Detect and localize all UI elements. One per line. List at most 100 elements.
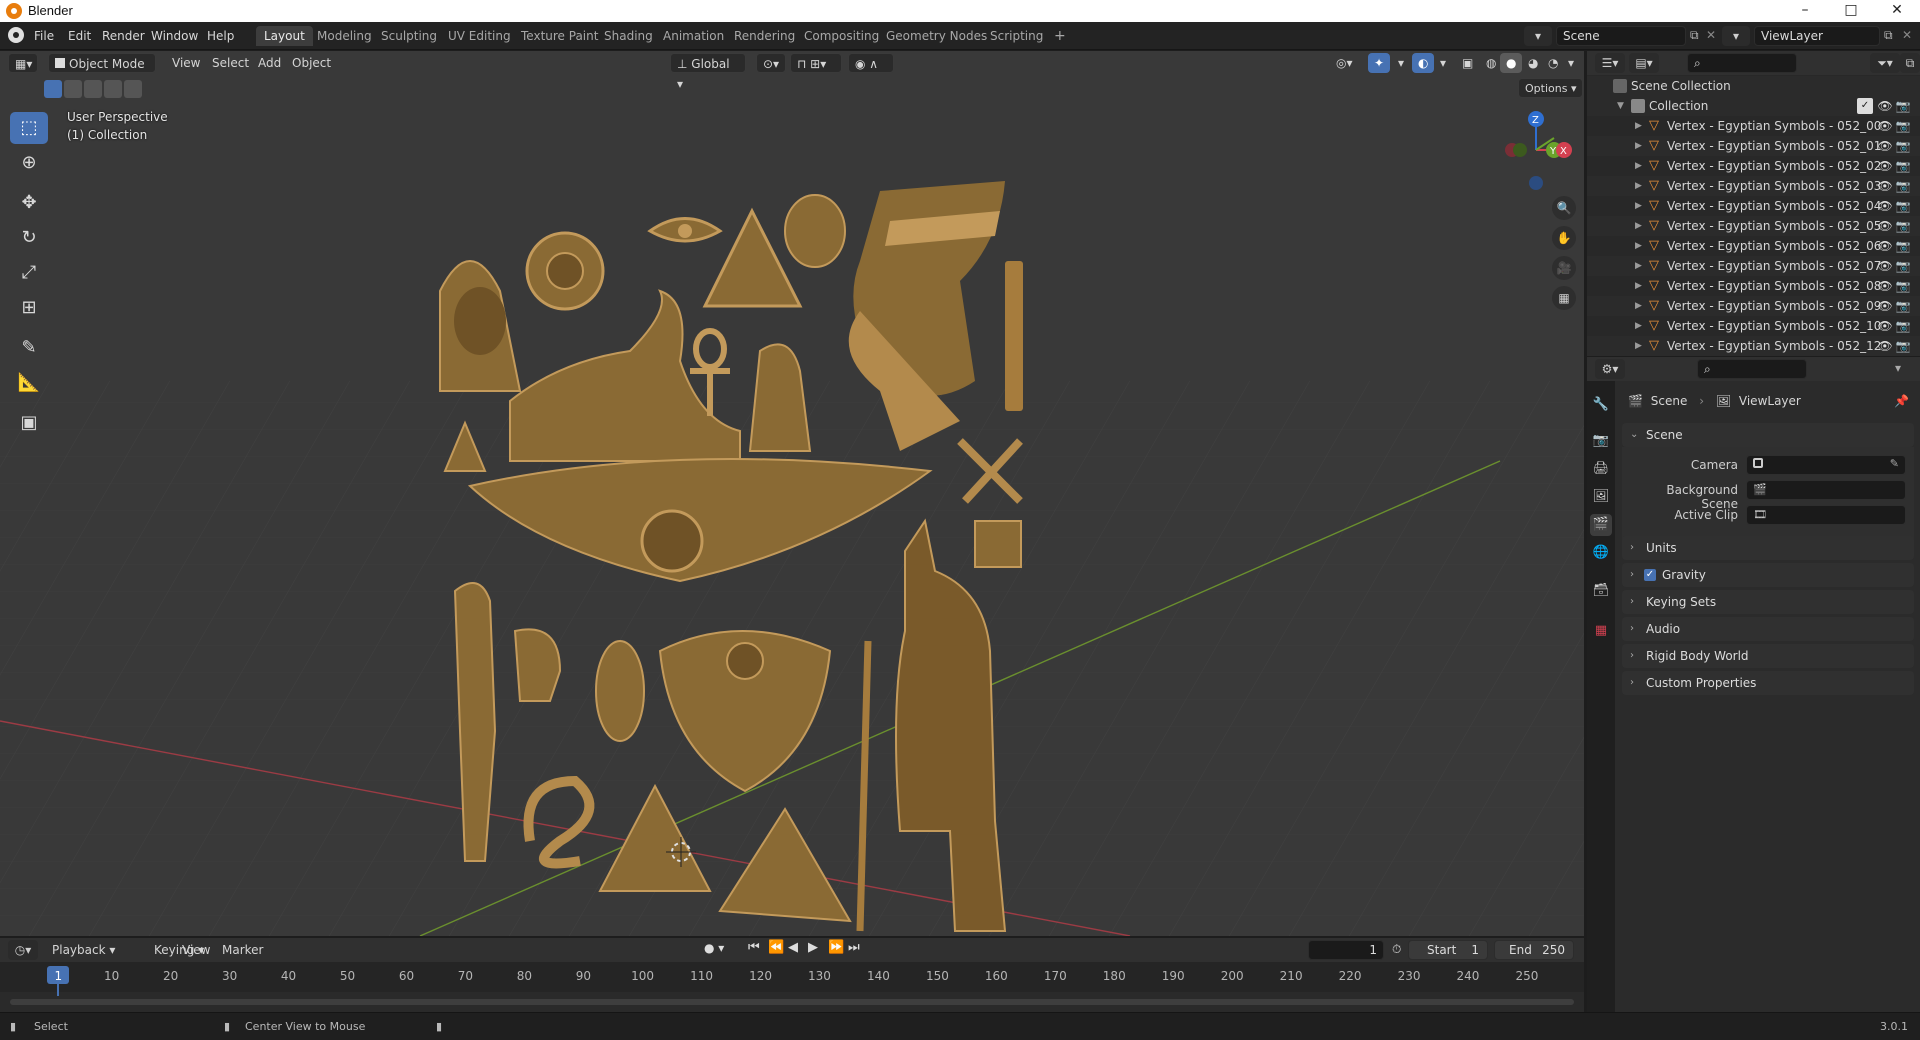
world-tab-icon[interactable]: 🌐: [1590, 542, 1612, 564]
object-visibility-eye-icon[interactable]: 👁: [1877, 278, 1893, 294]
outliner-object-row[interactable]: ▶ ▽ Vertex - Egyptian Symbols - 052_04 👁 📷: [1587, 196, 1920, 216]
object-render-camera-icon[interactable]: 📷: [1895, 138, 1911, 154]
expand-object-icon[interactable]: ▶: [1635, 136, 1642, 156]
object-render-camera-icon[interactable]: 📷: [1895, 158, 1911, 174]
tab-geometry-nodes[interactable]: Geometry Nodes: [878, 26, 995, 46]
gizmo-menu-icon[interactable]: ▾: [1392, 53, 1410, 73]
outliner-scene-collection-row[interactable]: Scene Collection: [1587, 76, 1920, 96]
scene-name-field[interactable]: Scene: [1556, 26, 1686, 46]
expand-object-icon[interactable]: ▶: [1635, 196, 1642, 216]
object-render-camera-icon[interactable]: 📷: [1895, 318, 1911, 334]
keying-sets-panel-header[interactable]: › Keying Sets: [1622, 590, 1914, 614]
outliner-object-row[interactable]: ▶ ▽ Vertex - Egyptian Symbols - 052_05 👁 📷: [1587, 216, 1920, 236]
object-render-camera-icon[interactable]: 📷: [1895, 258, 1911, 274]
active-clip-field[interactable]: 🎞: [1746, 505, 1906, 525]
background-scene-field[interactable]: 🎬: [1746, 480, 1906, 500]
object-visibility-eye-icon[interactable]: 👁: [1877, 238, 1893, 254]
object-render-camera-icon[interactable]: 📷: [1895, 338, 1911, 354]
jump-to-keyframe-back-icon[interactable]: ⏪: [768, 940, 784, 955]
outliner-search-input[interactable]: ⌕: [1687, 53, 1797, 73]
outliner-object-row[interactable]: ▶ ▽ Vertex - Egyptian Symbols - 052_10 👁 📷: [1587, 316, 1920, 336]
menu-select[interactable]: Select: [206, 53, 255, 73]
select-intersect-icon[interactable]: [124, 80, 142, 98]
outliner-editor-type-icon[interactable]: ☰▾: [1595, 53, 1625, 73]
scene-browse-icon[interactable]: ▾: [1524, 26, 1552, 46]
transform-tool-icon[interactable]: ⊞: [10, 292, 48, 324]
tab-sculpting[interactable]: Sculpting: [373, 26, 445, 46]
camera-field[interactable]: ✎: [1746, 455, 1906, 475]
menu-edit[interactable]: Edit: [62, 27, 97, 45]
blender-menu-icon[interactable]: [8, 27, 24, 43]
menu-render[interactable]: Render: [96, 27, 151, 45]
collection-render-camera-icon[interactable]: 📷: [1895, 98, 1911, 114]
object-visibility-eye-icon[interactable]: 👁: [1877, 138, 1893, 154]
expand-object-icon[interactable]: ▶: [1635, 336, 1642, 356]
tab-shading[interactable]: Shading: [596, 26, 661, 46]
scene-tab-icon[interactable]: 🎬: [1590, 514, 1612, 536]
jump-to-start-icon[interactable]: ⏮: [748, 940, 760, 955]
gizmo-neg-z[interactable]: [1529, 176, 1543, 190]
tab-rendering[interactable]: Rendering: [726, 26, 803, 46]
outliner-object-row[interactable]: ▶ ▽ Vertex - Egyptian Symbols - 052_06 👁 📷: [1587, 236, 1920, 256]
3d-viewport[interactable]: [0, 51, 1584, 936]
select-new-icon[interactable]: [44, 80, 62, 98]
options-button[interactable]: Options ▾: [1518, 78, 1584, 98]
measure-tool-icon[interactable]: 📐: [10, 367, 48, 399]
select-extend-icon[interactable]: [64, 80, 82, 98]
annotate-tool-icon[interactable]: ✎: [10, 332, 48, 364]
viewlayer-name-field[interactable]: ViewLayer: [1754, 26, 1880, 46]
menu-marker[interactable]: Marker: [216, 940, 269, 960]
editor-type-icon[interactable]: ▦▾: [8, 53, 38, 73]
expand-object-icon[interactable]: ▶: [1635, 296, 1642, 316]
viewlayer-browse-icon[interactable]: ▾: [1722, 26, 1750, 46]
expand-object-icon[interactable]: ▶: [1635, 316, 1642, 336]
outliner-collection-row[interactable]: ▼ Collection ✓ 👁 📷: [1587, 96, 1920, 116]
view-layer-tab-icon[interactable]: 🖼: [1590, 486, 1612, 508]
auto-keying-record-icon[interactable]: ● ▾: [704, 941, 724, 955]
scene-panel-header[interactable]: ⌄ Scene: [1622, 423, 1914, 447]
tab-modeling[interactable]: Modeling: [309, 26, 380, 46]
shading-menu-icon[interactable]: ▾: [1562, 53, 1580, 73]
play-icon[interactable]: ▶: [808, 940, 818, 955]
collection-visibility-eye-icon[interactable]: 👁: [1877, 98, 1893, 114]
menu-playback[interactable]: Playback ▾: [46, 940, 121, 960]
properties-search-input[interactable]: ⌕: [1697, 359, 1807, 379]
menu-file[interactable]: File: [28, 27, 60, 45]
object-visibility-eye-icon[interactable]: 👁: [1877, 158, 1893, 174]
new-collection-icon[interactable]: ⧉: [1900, 53, 1920, 73]
menu-timeline-view[interactable]: View: [176, 940, 216, 960]
outliner-filter-icon[interactable]: ⏷▾: [1870, 53, 1900, 73]
eyedropper-icon[interactable]: ✎: [1890, 457, 1899, 470]
expand-object-icon[interactable]: ▶: [1635, 236, 1642, 256]
expand-object-icon[interactable]: ▶: [1635, 216, 1642, 236]
expand-object-icon[interactable]: ▶: [1635, 276, 1642, 296]
expand-collection-icon[interactable]: ▼: [1617, 96, 1624, 116]
overlay-toggle-icon[interactable]: ◐: [1412, 53, 1435, 73]
properties-editor-type-icon[interactable]: ⚙▾: [1595, 359, 1625, 379]
navigation-gizmo[interactable]: Z Y X: [1498, 108, 1574, 198]
add-workspace-button[interactable]: +: [1046, 26, 1074, 46]
current-frame-field[interactable]: 1: [1308, 940, 1384, 960]
delete-viewlayer-icon[interactable]: ✕: [1902, 28, 1912, 42]
maximize-button[interactable]: □: [1828, 0, 1874, 22]
object-render-camera-icon[interactable]: 📷: [1895, 178, 1911, 194]
object-visibility-eye-icon[interactable]: 👁: [1877, 338, 1893, 354]
add-cube-tool-icon[interactable]: ▣: [10, 407, 48, 439]
outliner-object-row[interactable]: ▶ ▽ Vertex - Egyptian Symbols - 052_00 👁 📷: [1587, 116, 1920, 136]
outliner-object-row[interactable]: ▶ ▽ Vertex - Egyptian Symbols - 052_02 👁 📷: [1587, 156, 1920, 176]
proportional-edit-icon[interactable]: ◉ ∧: [848, 53, 894, 73]
audio-panel-header[interactable]: › Audio: [1622, 617, 1914, 641]
tab-animation[interactable]: Animation: [655, 26, 732, 46]
play-reverse-icon[interactable]: ◀: [788, 940, 798, 955]
outliner-object-row[interactable]: ▶ ▽ Vertex - Egyptian Symbols - 052_01 👁 📷: [1587, 136, 1920, 156]
pan-hand-icon[interactable]: ✋: [1552, 226, 1576, 250]
object-visibility-eye-icon[interactable]: 👁: [1877, 258, 1893, 274]
jump-to-end-icon[interactable]: ⏭: [848, 940, 860, 955]
tab-texture-paint[interactable]: Texture Paint: [513, 26, 606, 46]
custom-properties-panel-header[interactable]: › Custom Properties: [1622, 671, 1914, 695]
object-visibility-eye-icon[interactable]: 👁: [1877, 218, 1893, 234]
tab-scripting[interactable]: Scripting: [982, 26, 1051, 46]
object-render-camera-icon[interactable]: 📷: [1895, 118, 1911, 134]
expand-object-icon[interactable]: ▶: [1635, 176, 1642, 196]
gizmo-toggle-icon[interactable]: ✦: [1368, 53, 1391, 73]
